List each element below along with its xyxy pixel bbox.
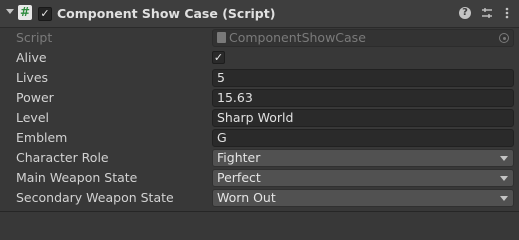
alive-label: Alive [16,50,47,65]
character-role-value: Fighter [217,150,261,165]
script-asset-icon [217,32,226,43]
emblem-input[interactable]: G [212,129,514,147]
main-weapon-state-row: Main Weapon State Perfect [0,168,519,188]
power-input[interactable]: 15.63 [212,89,514,107]
level-row: Level Sharp World [0,108,519,128]
chevron-down-icon [500,156,508,161]
emblem-label: Emblem [16,130,68,145]
lives-row: Lives 5 [0,68,519,88]
divider [0,211,519,212]
script-row: Script ComponentShowCase [0,28,519,48]
alive-row: Alive ✓ [0,48,519,68]
secondary-weapon-state-value: Worn Out [217,190,276,205]
power-row: Power 15.63 [0,88,519,108]
component-enabled-checkbox[interactable]: ✓ [38,7,52,21]
character-role-label: Character Role [16,150,109,165]
script-value: ComponentShowCase [229,30,366,45]
component-title: Component Show Case (Script) [57,6,276,21]
character-role-dropdown[interactable]: Fighter [212,149,514,167]
script-label: Script [16,30,53,45]
component-header[interactable]: # ✓ Component Show Case (Script) ? [0,0,519,28]
secondary-weapon-state-dropdown[interactable]: Worn Out [212,189,514,207]
main-weapon-state-value: Perfect [217,170,261,185]
script-icon: # [18,5,32,20]
alive-checkbox[interactable]: ✓ [212,51,225,64]
foldout-arrow-icon[interactable] [6,9,14,14]
power-label: Power [16,90,54,105]
emblem-row: Emblem G [0,128,519,148]
main-weapon-state-label: Main Weapon State [16,170,138,185]
lives-input[interactable]: 5 [212,69,514,87]
kebab-menu-icon[interactable] [500,6,514,20]
object-picker-icon[interactable] [499,33,509,43]
presets-icon[interactable] [480,6,494,20]
secondary-weapon-state-row: Secondary Weapon State Worn Out [0,188,519,208]
lives-label: Lives [16,70,49,85]
script-object-field[interactable]: ComponentShowCase [212,29,514,47]
chevron-down-icon [500,196,508,201]
level-input[interactable]: Sharp World [212,109,514,127]
chevron-down-icon [500,176,508,181]
main-weapon-state-dropdown[interactable]: Perfect [212,169,514,187]
character-role-row: Character Role Fighter [0,148,519,168]
help-icon[interactable]: ? [459,7,471,19]
secondary-weapon-state-label: Secondary Weapon State [16,190,174,205]
level-label: Level [16,110,49,125]
